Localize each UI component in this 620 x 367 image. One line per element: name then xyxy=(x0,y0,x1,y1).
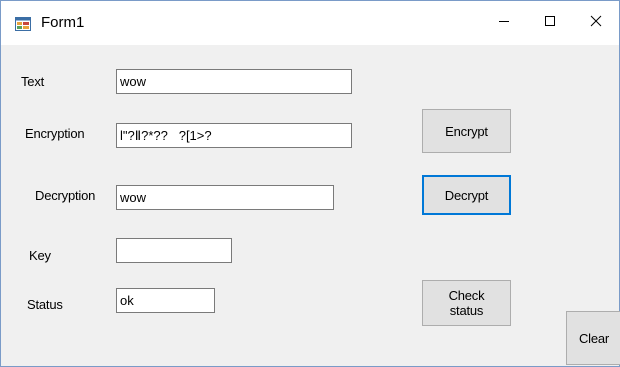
encrypt-button[interactable]: Encrypt xyxy=(422,109,511,153)
check-status-label-line1: Check xyxy=(448,288,485,303)
decryption-input[interactable]: wow xyxy=(116,185,334,210)
clear-button-label: Clear xyxy=(578,330,610,346)
decrypt-button[interactable]: Decrypt xyxy=(422,175,511,215)
encrypt-button-label: Encrypt xyxy=(445,123,488,139)
status-input[interactable]: ok xyxy=(116,288,215,313)
text-label: Text xyxy=(21,74,45,89)
close-icon xyxy=(590,14,602,32)
encryption-input[interactable]: l"?Ⅱ?*?? ?[1>? xyxy=(116,123,352,148)
check-status-button[interactable]: Check status xyxy=(422,280,511,326)
key-label: Key xyxy=(29,248,51,263)
maximize-button[interactable] xyxy=(527,1,573,45)
title-bar[interactable]: Form1 xyxy=(1,1,619,45)
key-input[interactable] xyxy=(116,238,232,263)
minimize-button[interactable] xyxy=(481,1,527,45)
app-icon[interactable] xyxy=(15,16,31,32)
window-title: Form1 xyxy=(41,14,85,31)
clear-button[interactable]: Clear xyxy=(566,311,620,365)
close-button[interactable] xyxy=(573,1,619,45)
decryption-label: Decryption xyxy=(35,188,96,203)
decrypt-button-label: Decrypt xyxy=(444,187,489,203)
check-status-label-line2: status xyxy=(449,303,484,318)
status-label: Status xyxy=(27,297,63,312)
text-input[interactable]: wow xyxy=(116,69,352,94)
form-window: Form1 Text wow Encryption l"?Ⅱ?*?? ?[1>?… xyxy=(0,0,620,367)
encryption-label: Encryption xyxy=(25,126,85,141)
maximize-icon xyxy=(544,14,556,32)
minimize-icon xyxy=(498,14,510,32)
